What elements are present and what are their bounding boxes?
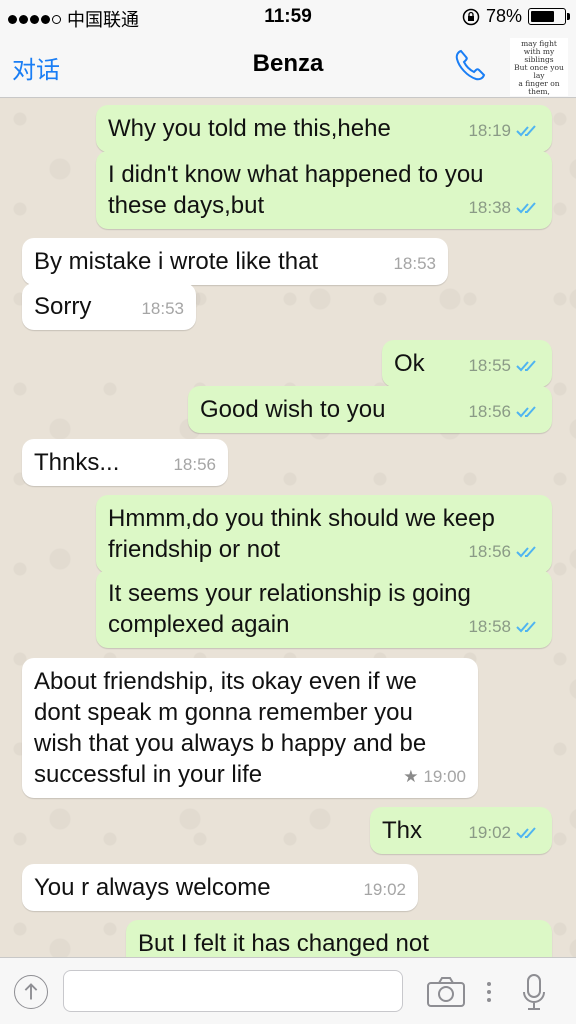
message-time: 18:58 (468, 617, 511, 636)
double-check-icon (516, 201, 536, 213)
message-time: 18:56 (468, 542, 511, 561)
message-text: Thx (382, 817, 423, 844)
avatar-text-line: But once you lay (514, 63, 564, 80)
message-time: 19:02 (363, 880, 406, 899)
contact-avatar[interactable]: may fight with my siblings But once you lay… (510, 38, 568, 96)
outgoing-message[interactable]: I didn't know what happened to you these… (96, 151, 552, 229)
message-input[interactable] (63, 970, 403, 1012)
double-check-icon (516, 620, 536, 632)
message-text: Why you told me this,hehe (108, 115, 391, 142)
message-meta: 18:38 (468, 192, 540, 223)
message-time: 18:56 (468, 402, 511, 421)
message-time: 19:02 (468, 823, 511, 842)
outgoing-message[interactable]: But I felt it has changed not like (126, 920, 552, 957)
microphone-icon[interactable] (520, 972, 548, 1012)
incoming-message[interactable]: Thnks... 18:56 (22, 439, 228, 486)
message-meta: 18:53 (141, 293, 184, 324)
double-check-icon (516, 405, 536, 417)
outgoing-message[interactable]: Hmmm,do you think should we keep friends… (96, 495, 552, 573)
message-text: You r always welcome (34, 874, 271, 901)
message-time: 18:19 (468, 121, 511, 140)
message-meta: 18:56 (468, 396, 540, 427)
message-text: Ok (394, 350, 425, 377)
status-right: 78% (462, 6, 570, 27)
message-meta: 18:58 (468, 611, 540, 642)
lock-rotation-icon (462, 8, 480, 25)
upload-arrow-icon[interactable] (14, 975, 48, 1009)
double-check-icon (516, 826, 536, 838)
chat-header: 对话 Benza may fight with my siblings But onc… (0, 34, 576, 98)
vertical-dots-icon[interactable] (484, 978, 494, 1006)
outgoing-message[interactable]: It seems your relationship is going comp… (96, 570, 552, 648)
double-check-icon (516, 124, 536, 136)
message-time: 19:00 (423, 767, 466, 786)
message-text: Thnks... (34, 449, 120, 476)
message-meta: 18:55 (468, 350, 540, 381)
outgoing-message[interactable]: Good wish to you 18:56 (188, 386, 552, 433)
incoming-message[interactable]: You r always welcome 19:02 (22, 864, 418, 911)
star-icon: ★ (403, 767, 419, 786)
message-text: By mistake i wrote like that (34, 248, 319, 275)
message-meta: ★ 19:00 (403, 761, 466, 792)
battery-icon (528, 8, 570, 25)
message-time: 18:38 (468, 198, 511, 217)
outgoing-message[interactable]: Thx 19:02 (370, 807, 552, 854)
double-check-icon (516, 545, 536, 557)
camera-icon[interactable] (426, 976, 466, 1008)
outgoing-message[interactable]: Why you told me this,hehe 18:19 (96, 105, 552, 152)
message-text: Good wish to you (200, 396, 386, 423)
double-check-icon (516, 359, 536, 371)
message-text: About friendship, its okay even if we do… (34, 668, 427, 788)
message-meta: 18:53 (393, 248, 436, 279)
message-meta: 19:02 (363, 874, 406, 905)
message-time: 18:53 (141, 299, 184, 318)
message-time: 18:55 (468, 356, 511, 375)
battery-percent: 78% (485, 6, 522, 26)
incoming-message[interactable]: Sorry 18:53 (22, 283, 196, 330)
outgoing-message[interactable]: Ok 18:55 (382, 340, 552, 387)
status-bar: 中国联通 11:59 78% (0, 0, 576, 34)
message-time: 18:53 (393, 254, 436, 273)
compose-bar (0, 957, 576, 1024)
message-time: 18:56 (173, 455, 216, 474)
message-text: Sorry (34, 293, 92, 320)
message-meta: 18:19 (468, 115, 540, 146)
incoming-message[interactable]: About friendship, its okay even if we do… (22, 658, 478, 798)
avatar-text-line: a finger on them, (518, 79, 560, 96)
message-text: But I felt it has changed not like (138, 930, 429, 957)
message-meta: 18:56 (173, 449, 216, 480)
message-meta: 19:02 (468, 817, 540, 848)
incoming-message[interactable]: By mistake i wrote like that 18:53 (22, 238, 448, 285)
message-meta: 18:56 (468, 536, 540, 567)
phone-call-icon[interactable] (452, 46, 490, 84)
message-list[interactable]: Why you told me this,hehe 18:19 I didn't k… (0, 99, 576, 957)
